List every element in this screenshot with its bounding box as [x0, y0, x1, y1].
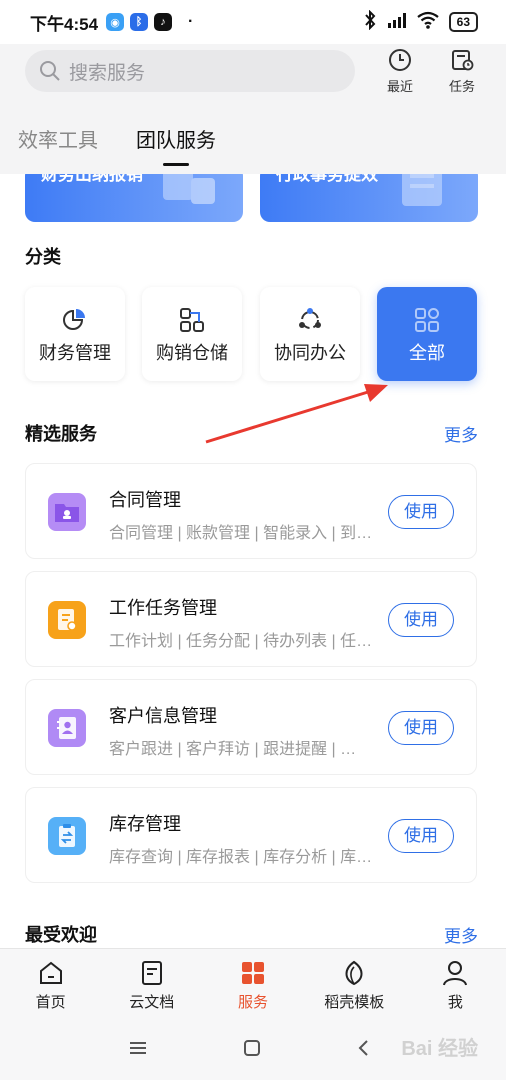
featured-more-link[interactable]: 更多 — [444, 421, 478, 446]
inventory-clipboard-icon — [48, 817, 86, 855]
use-button[interactable]: 使用 — [388, 495, 454, 529]
banner-finance[interactable]: 财务出纳报销 — [25, 174, 243, 222]
bottom-nav: 首页 云文档 服务 稻壳模板 我 — [0, 948, 506, 1018]
popular-title: 最受欢迎 — [25, 925, 97, 945]
category-collaboration[interactable]: 协同办公 — [260, 287, 360, 381]
nav-me[interactable]: 我 — [405, 949, 506, 1018]
collaboration-icon — [299, 308, 321, 329]
task-checklist-icon — [48, 601, 86, 639]
header: 搜索服务 最近 任务 效率工具 团队服务 — [0, 44, 506, 174]
category-label: 协同办公 — [274, 343, 346, 363]
signal-icon — [387, 11, 407, 34]
bluetooth-icon — [363, 9, 377, 35]
contact-book-icon — [48, 709, 86, 747]
nav-label: 云文档 — [129, 994, 175, 1011]
banner-label: 财务出纳报销 — [41, 174, 143, 184]
watermark: Bai 经验 — [401, 1038, 478, 1060]
search-input[interactable]: 搜索服务 — [25, 50, 355, 92]
tasks-label: 任务 — [448, 79, 475, 94]
tasks-button[interactable]: 任务 — [442, 46, 482, 95]
category-purchase-inventory[interactable]: 购销仓储 — [142, 287, 242, 381]
nav-label: 服务 — [238, 994, 269, 1011]
banner-illustration — [163, 174, 215, 204]
category-row: 财务管理 购销仓储 协同办公 全部 — [25, 287, 477, 381]
category-label: 购销仓储 — [156, 343, 228, 363]
back-icon[interactable] — [354, 1038, 374, 1058]
nav-label: 首页 — [35, 994, 66, 1011]
pie-chart-icon — [63, 309, 85, 330]
nav-templates[interactable]: 稻壳模板 — [304, 949, 405, 1018]
use-button[interactable]: 使用 — [388, 819, 454, 853]
service-name: 客户信息管理 — [109, 706, 217, 726]
use-button[interactable]: 使用 — [388, 603, 454, 637]
popular-more-link[interactable]: 更多 — [444, 922, 478, 947]
use-button[interactable]: 使用 — [388, 711, 454, 745]
tab-efficiency-tools[interactable]: 效率工具 — [18, 124, 98, 168]
clock-icon — [389, 49, 411, 71]
banner-illustration — [402, 174, 442, 206]
services-grid-icon — [242, 962, 264, 984]
banner-admin[interactable]: 行政事务提效 — [260, 174, 478, 222]
category-label: 全部 — [409, 343, 445, 363]
banner-label: 行政事务提效 — [276, 174, 378, 184]
leaf-icon — [345, 960, 363, 986]
status-dot: · — [188, 13, 194, 30]
service-card-inventory[interactable]: 库存管理 库存查询 | 库存报表 | 库存分析 | 库… 使用 — [25, 787, 477, 883]
service-name: 库存管理 — [109, 814, 181, 834]
service-description: 工作计划 | 任务分配 | 待办列表 | 任… — [109, 633, 373, 650]
banner-row: 财务出纳报销 行政事务提效 — [0, 174, 506, 224]
document-icon — [141, 961, 162, 985]
service-card-customer[interactable]: 客户信息管理 客户跟进 | 客户拜访 | 跟进提醒 | … 使用 — [25, 679, 477, 775]
nav-services[interactable]: 服务 — [202, 949, 303, 1018]
status-time: 下午4:54 — [30, 14, 99, 34]
service-card-contract[interactable]: 合同管理 合同管理 | 账款管理 | 智能录入 | 到… 使用 — [25, 463, 477, 559]
contract-folder-icon — [48, 493, 86, 531]
service-description: 客户跟进 | 客户拜访 | 跟进提醒 | … — [109, 741, 357, 758]
search-icon — [40, 61, 60, 81]
flow-icon — [180, 308, 204, 332]
app-notification-icon: ◉ — [106, 13, 125, 31]
category-label: 财务管理 — [39, 343, 111, 363]
home-icon — [39, 961, 62, 984]
recent-label: 最近 — [386, 79, 413, 94]
service-description: 合同管理 | 账款管理 | 智能录入 | 到… — [109, 525, 373, 542]
task-calendar-icon — [452, 50, 474, 71]
menu-icon[interactable] — [128, 1038, 148, 1058]
tiktok-icon: ♪ — [154, 13, 173, 31]
battery-indicator: 63 — [448, 12, 478, 32]
home-square-icon[interactable] — [242, 1038, 262, 1058]
wifi-icon — [416, 11, 439, 34]
category-all[interactable]: 全部 — [377, 287, 477, 381]
category-finance[interactable]: 财务管理 — [25, 287, 125, 381]
service-name: 合同管理 — [109, 490, 181, 510]
featured-title: 精选服务 — [25, 424, 97, 444]
nav-label: 我 — [447, 994, 463, 1011]
person-icon — [443, 961, 468, 986]
categories-title: 分类 — [25, 247, 61, 267]
status-bar: 下午4:54 ◉ ᛒ ♪ · 63 — [0, 0, 506, 44]
search-placeholder: 搜索服务 — [69, 62, 146, 84]
grid-icon — [415, 308, 439, 332]
tab-bar: 效率工具 团队服务 — [18, 124, 216, 168]
nav-home[interactable]: 首页 — [0, 949, 101, 1018]
nav-cloud-docs[interactable]: 云文档 — [101, 949, 202, 1018]
nav-label: 稻壳模板 — [324, 994, 385, 1011]
bluetooth-app-icon: ᛒ — [130, 13, 149, 31]
tab-team-services[interactable]: 团队服务 — [136, 124, 216, 168]
service-name: 工作任务管理 — [109, 598, 217, 618]
recent-button[interactable]: 最近 — [380, 46, 420, 95]
service-description: 库存查询 | 库存报表 | 库存分析 | 库… — [109, 849, 373, 866]
service-card-task[interactable]: 工作任务管理 工作计划 | 任务分配 | 待办列表 | 任… 使用 — [25, 571, 477, 667]
